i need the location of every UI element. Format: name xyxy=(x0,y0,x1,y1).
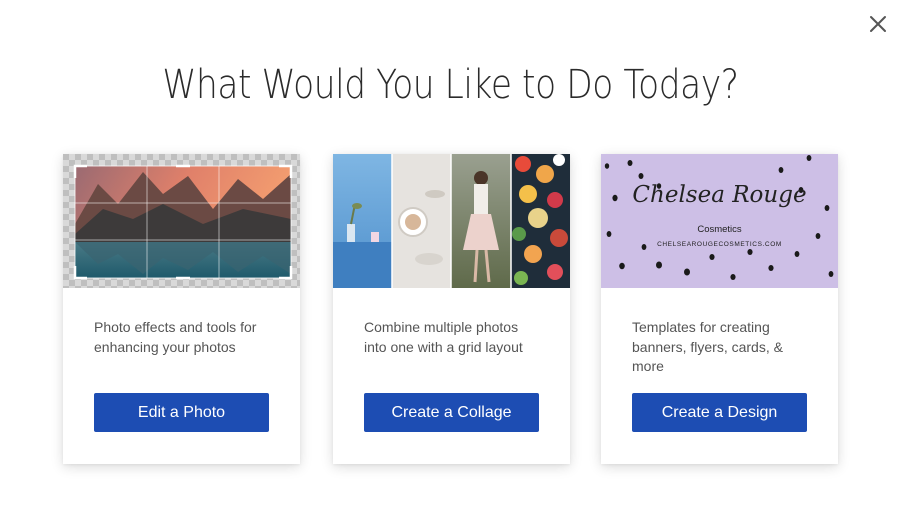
template-url: CHELSEAROUGECOSMETICS.COM xyxy=(657,241,782,248)
collage-preview-image xyxy=(333,154,570,288)
edit-photo-button[interactable]: Edit a Photo xyxy=(94,393,269,432)
edit-photo-description: Photo effects and tools for enhancing yo… xyxy=(94,319,257,355)
photo-editor-preview-image xyxy=(63,154,300,288)
create-design-button[interactable]: Create a Design xyxy=(632,393,807,432)
create-collage-card[interactable]: Combine multiple photos into one with a … xyxy=(333,154,570,464)
dialog-title: What Would You Like to Do Today? xyxy=(162,62,739,108)
template-title: Chelsea Rouge xyxy=(632,182,807,208)
edit-photo-card[interactable]: Photo effects and tools for enhancing yo… xyxy=(63,154,300,464)
create-design-card[interactable]: Chelsea Rouge Cosmetics CHELSEAROUGECOSM… xyxy=(601,154,838,464)
close-button[interactable] xyxy=(866,12,890,36)
template-subtitle: Cosmetics xyxy=(697,224,742,235)
create-collage-description: Combine multiple photos into one with a … xyxy=(364,319,523,355)
choose-action-dialog: What Would You Like to Do Today? Photo e… xyxy=(0,0,901,526)
create-design-description: Templates for creating banners, flyers, … xyxy=(632,319,783,374)
create-collage-button[interactable]: Create a Collage xyxy=(364,393,539,432)
design-template-preview-image: Chelsea Rouge Cosmetics CHELSEAROUGECOSM… xyxy=(601,154,838,288)
close-icon[interactable] xyxy=(866,12,890,36)
